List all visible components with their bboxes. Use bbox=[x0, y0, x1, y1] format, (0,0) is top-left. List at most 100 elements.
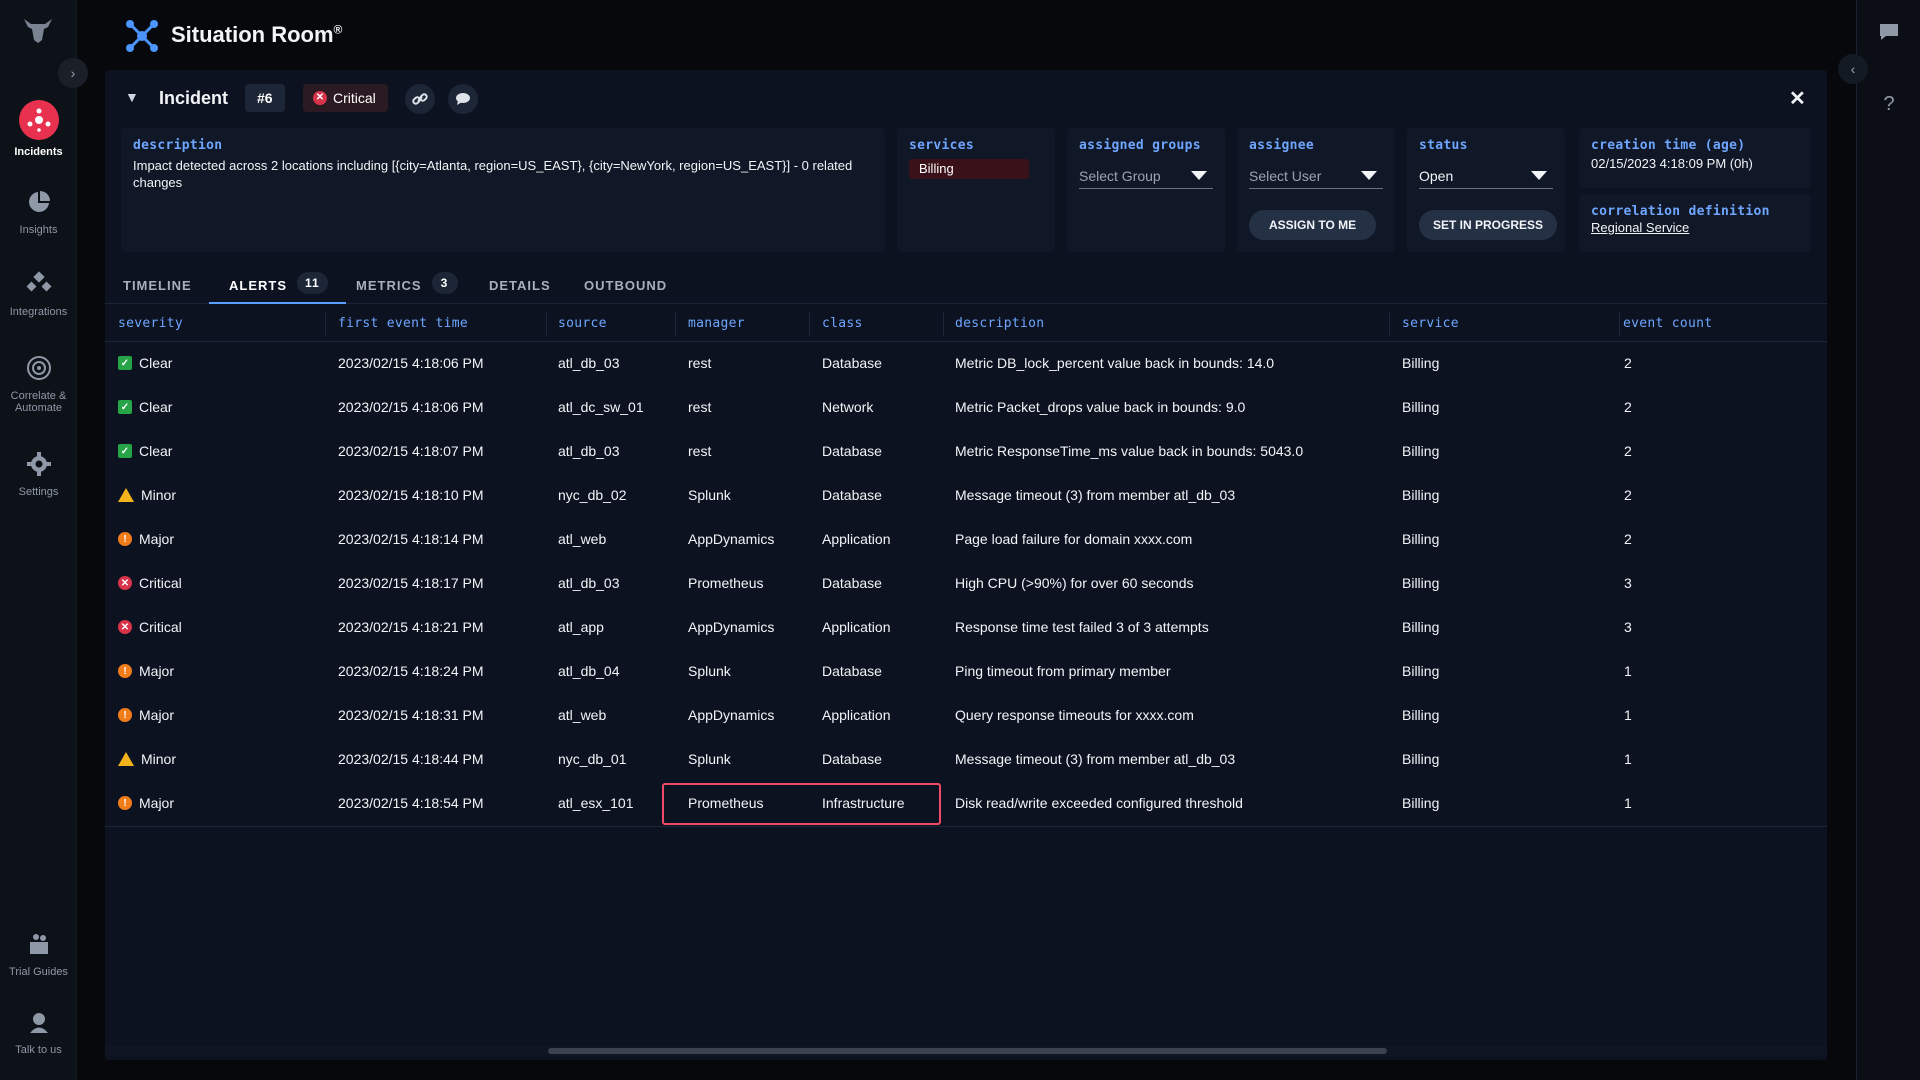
column-divider[interactable] bbox=[1389, 312, 1390, 336]
table-row[interactable]: ! Major 2023/02/15 4:18:14 PM atl_web AppDyn… bbox=[105, 518, 1827, 562]
right-rail-collapse-button[interactable]: ‹ bbox=[1838, 54, 1868, 84]
nav-correlate-automate[interactable]: Correlate & Automate bbox=[0, 352, 77, 414]
group-select[interactable]: Select Group bbox=[1079, 163, 1213, 189]
nav-incidents-label: Incidents bbox=[14, 146, 63, 158]
cell-event-count: 2 bbox=[1624, 531, 1632, 547]
bull-logo-icon[interactable] bbox=[22, 16, 54, 44]
column-header-service[interactable]: service bbox=[1402, 316, 1459, 331]
cell-description: Message timeout (3) from member atl_db_0… bbox=[955, 487, 1236, 503]
copy-link-button[interactable] bbox=[405, 84, 435, 114]
assigned-groups-card: assigned groups Select Group bbox=[1067, 128, 1225, 252]
column-divider[interactable] bbox=[546, 312, 547, 336]
incident-severity-badge: ✕ Critical bbox=[303, 84, 388, 112]
comment-button[interactable] bbox=[448, 84, 478, 114]
cell-severity: ✓ Clear bbox=[118, 355, 172, 371]
status-value: Open bbox=[1419, 167, 1454, 184]
user-select-placeholder: Select User bbox=[1249, 167, 1322, 184]
service-chip[interactable]: Billing bbox=[909, 159, 1029, 179]
tab-timeline[interactable]: TIMELINE bbox=[123, 268, 192, 304]
column-header-event-count[interactable]: event count bbox=[1623, 316, 1712, 331]
column-divider[interactable] bbox=[675, 312, 676, 336]
cell-service: Billing bbox=[1402, 399, 1440, 415]
cell-class: Database bbox=[822, 751, 882, 767]
creation-time-card: creation time (age) 02/15/2023 4:18:09 P… bbox=[1579, 128, 1811, 188]
close-icon[interactable]: ✕ bbox=[1789, 86, 1806, 111]
cell-manager: rest bbox=[688, 355, 712, 371]
table-row[interactable]: ✓ Clear 2023/02/15 4:18:07 PM atl_db_03 rest… bbox=[105, 430, 1827, 474]
x-circle-icon: ✕ bbox=[118, 576, 132, 590]
top-bar: Situation Room® M bbox=[77, 0, 1903, 70]
chat-bubble-icon[interactable] bbox=[1877, 20, 1901, 44]
column-header-severity[interactable]: severity bbox=[118, 316, 183, 331]
cell-severity: ✕ Critical bbox=[118, 575, 182, 591]
headset-icon bbox=[23, 1006, 55, 1038]
cell-source: nyc_db_02 bbox=[558, 487, 627, 503]
table-row[interactable]: ✓ Clear 2023/02/15 4:18:06 PM atl_dc_sw_01 r… bbox=[105, 386, 1827, 430]
nav-settings[interactable]: Settings bbox=[0, 448, 77, 498]
cell-event-count: 1 bbox=[1624, 751, 1632, 767]
tab-alerts[interactable]: ALERTS 11 bbox=[209, 268, 346, 304]
incident-title: Incident bbox=[159, 88, 229, 108]
tab-outbound[interactable]: OUTBOUND bbox=[584, 268, 667, 304]
correlation-link[interactable]: Regional Service bbox=[1591, 220, 1689, 235]
nav-integrations[interactable]: Integrations bbox=[0, 268, 77, 318]
column-header-class[interactable]: class bbox=[822, 316, 863, 331]
status-select[interactable]: Open bbox=[1419, 163, 1553, 189]
column-divider[interactable] bbox=[943, 312, 944, 336]
cell-manager: rest bbox=[688, 443, 712, 459]
cell-first-event-time: 2023/02/15 4:18:31 PM bbox=[338, 707, 484, 723]
tab-metrics[interactable]: METRICS 3 bbox=[356, 268, 458, 304]
nav-talk-to-us[interactable]: Talk to us bbox=[0, 1006, 77, 1056]
table-row[interactable]: ! Major 2023/02/15 4:18:54 PM atl_esx_101 Pr… bbox=[105, 782, 1827, 826]
cell-description: Ping timeout from primary member bbox=[955, 663, 1171, 679]
cell-severity: ! Major bbox=[118, 795, 174, 811]
horizontal-scrollbar[interactable] bbox=[105, 1046, 1827, 1056]
collapse-chevron-icon[interactable]: ▼ bbox=[125, 89, 139, 105]
column-header-first-event-time[interactable]: first event time bbox=[338, 316, 468, 331]
cell-service: Billing bbox=[1402, 531, 1440, 547]
table-row[interactable]: ! Major 2023/02/15 4:18:24 PM atl_db_04 Splu… bbox=[105, 650, 1827, 694]
column-header-manager[interactable]: manager bbox=[688, 316, 745, 331]
cell-manager: AppDynamics bbox=[688, 707, 775, 723]
cell-description: Metric ResponseTime_ms value back in bou… bbox=[955, 443, 1304, 459]
table-row[interactable]: ✓ Clear 2023/02/15 4:18:06 PM atl_db_03 rest… bbox=[105, 342, 1827, 386]
table-row[interactable]: ✕ Critical 2023/02/15 4:18:21 PM atl_app App… bbox=[105, 606, 1827, 650]
set-in-progress-button[interactable]: SET IN PROGRESS bbox=[1419, 210, 1558, 240]
column-divider[interactable] bbox=[809, 312, 810, 336]
scrollbar-thumb[interactable] bbox=[548, 1048, 1387, 1054]
cell-first-event-time: 2023/02/15 4:18:44 PM bbox=[338, 751, 484, 767]
cell-severity: Minor bbox=[118, 751, 176, 767]
tab-alerts-label: ALERTS bbox=[229, 278, 287, 293]
column-header-description[interactable]: description bbox=[955, 316, 1044, 331]
table-row[interactable]: Minor 2023/02/15 4:18:10 PM nyc_db_02 Splun… bbox=[105, 474, 1827, 518]
cell-source: atl_web bbox=[558, 707, 607, 723]
nav-insights[interactable]: Insights bbox=[0, 186, 77, 236]
help-icon[interactable]: ? bbox=[1877, 92, 1901, 116]
nav-incidents[interactable]: Incidents bbox=[0, 100, 77, 158]
situation-room-logo-icon bbox=[126, 20, 158, 52]
column-divider[interactable] bbox=[325, 312, 326, 336]
correlation-label: correlation definition bbox=[1591, 204, 1770, 219]
nav-trial-guides-label: Trial Guides bbox=[9, 966, 68, 978]
right-rail: ? bbox=[1856, 0, 1920, 1080]
cell-description: Page load failure for domain xxxx.com bbox=[955, 531, 1193, 547]
services-label: services bbox=[909, 138, 975, 153]
assign-to-me-button[interactable]: ASSIGN TO ME bbox=[1249, 210, 1377, 240]
cell-source: atl_web bbox=[558, 531, 607, 547]
table-row[interactable]: ✕ Critical 2023/02/15 4:18:17 PM atl_db_03 P… bbox=[105, 562, 1827, 606]
cell-class: Database bbox=[822, 355, 882, 371]
tab-details[interactable]: DETAILS bbox=[489, 268, 551, 304]
cell-source: atl_db_03 bbox=[558, 443, 620, 459]
column-header-source[interactable]: source bbox=[558, 316, 607, 331]
nav-trial-guides[interactable]: Trial Guides bbox=[0, 928, 77, 978]
table-row[interactable]: Minor 2023/02/15 4:18:44 PM nyc_db_01 Splun… bbox=[105, 738, 1827, 782]
column-divider[interactable] bbox=[1619, 312, 1620, 336]
table-row[interactable]: ! Major 2023/02/15 4:18:31 PM atl_web AppDyn… bbox=[105, 694, 1827, 738]
cell-manager: Splunk bbox=[688, 663, 731, 679]
chevron-left-icon: ‹ bbox=[1850, 61, 1856, 77]
alerts-table: severity first event time source manager… bbox=[105, 306, 1827, 827]
cell-source: atl_db_03 bbox=[558, 575, 620, 591]
user-select[interactable]: Select User bbox=[1249, 163, 1383, 189]
tab-details-label: DETAILS bbox=[489, 278, 551, 293]
x-circle-icon: ✕ bbox=[118, 620, 132, 634]
